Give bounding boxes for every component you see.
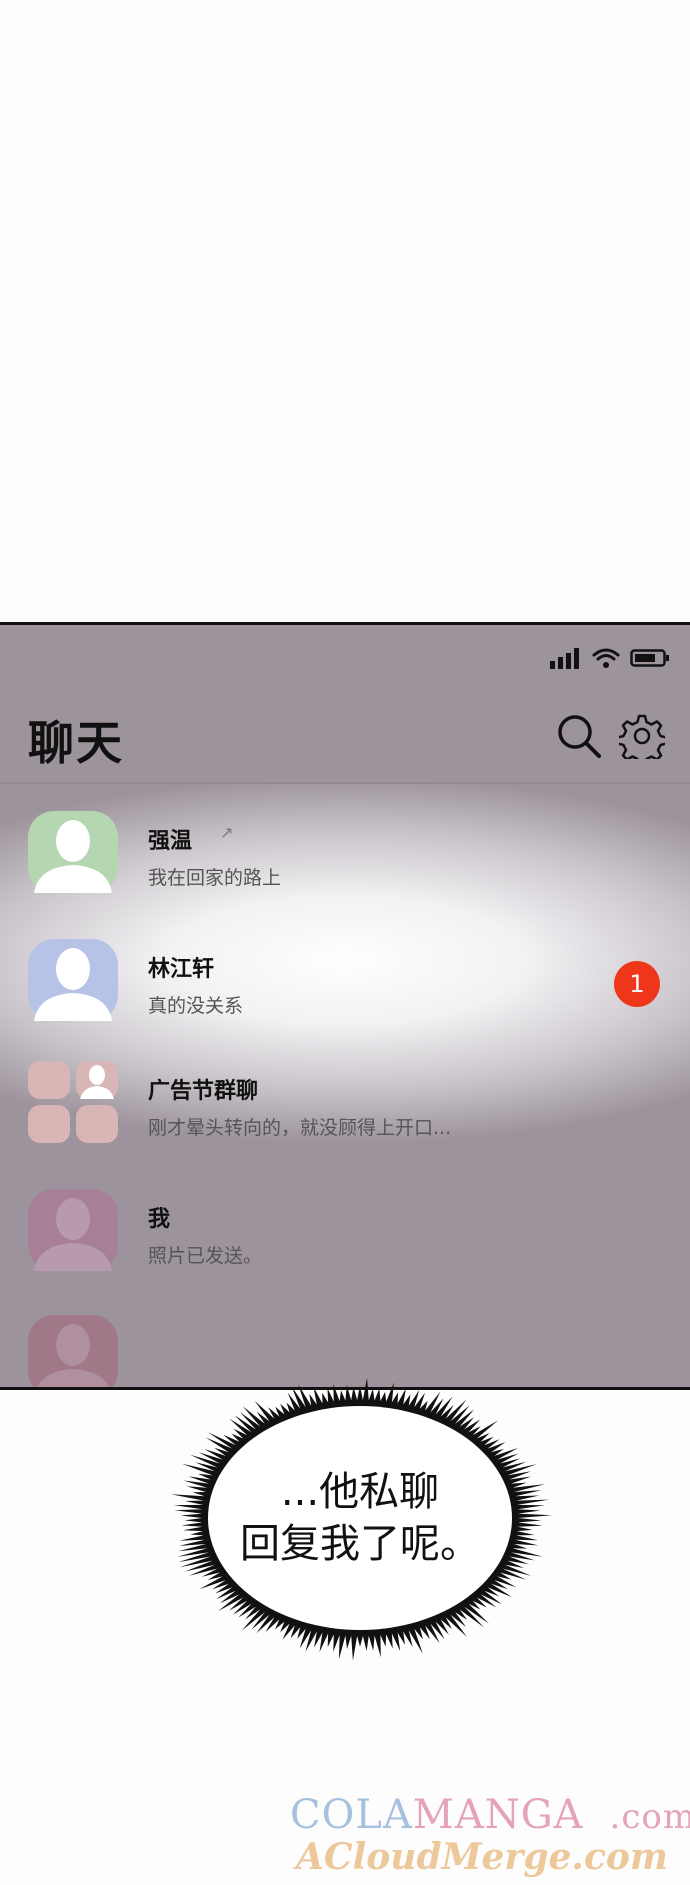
bubble-line-2: 回复我了呢。 <box>240 1521 480 1567</box>
avatar-person-icon <box>28 811 118 893</box>
chat-header: 聊天 <box>0 625 690 785</box>
chat-item-linjiangxuan[interactable]: 林江轩 真的没关系 1 <box>0 913 690 1023</box>
bubble-line-1: ...他私聊 <box>280 1469 440 1515</box>
chat-name: 强温 <box>148 829 193 854</box>
bubble-text: ...他私聊 回复我了呢。 <box>240 1466 480 1570</box>
watermark-manga: MANGA <box>412 1792 584 1838</box>
group-avatar-icon <box>28 1061 118 1143</box>
chat-name: 林江轩 <box>148 957 215 982</box>
chat-preview: 我在回家的路上 <box>148 867 282 889</box>
chat-preview: 真的没关系 <box>148 995 244 1017</box>
page-title: 聊天 <box>28 716 124 770</box>
chat-preview: 刚才晕头转向的，就没顾得上开口... <box>148 1117 452 1139</box>
chat-name: 广告节群聊 <box>148 1079 259 1104</box>
avatar-person-icon <box>28 939 118 1021</box>
search-icon[interactable] <box>556 713 602 759</box>
watermark-cola: COLA <box>290 1792 413 1838</box>
pin-icon: ↗ <box>220 823 234 842</box>
header-divider <box>0 782 690 784</box>
chat-preview: 照片已发送。 <box>148 1245 263 1267</box>
avatar-person-icon <box>28 1315 118 1387</box>
chat-item-me[interactable]: 我 照片已发送。 <box>0 1163 690 1273</box>
watermark: COLAMANGA .com ACloudMerge.com <box>290 1792 690 1882</box>
watermark-line-2: ACloudMerge.com <box>296 1836 668 1878</box>
unread-badge: 1 <box>614 961 660 1007</box>
watermark-dotcom: .com <box>609 1797 690 1837</box>
chat-item-group[interactable]: 广告节群聊 刚才晕头转向的，就没顾得上开口... <box>0 1035 690 1145</box>
gear-icon[interactable] <box>619 713 665 759</box>
watermark-line-1: COLAMANGA .com <box>290 1792 690 1838</box>
chat-item-qiangwen[interactable]: 强温 ↗ 我在回家的路上 <box>0 785 690 895</box>
avatar-person-icon <box>28 1189 118 1271</box>
chat-name: 我 <box>148 1207 171 1232</box>
phone-screen: 聊天 强温 ↗ 我在回家的路上 林江轩 真的没关系 1 广告节群聊 刚才晕头转向… <box>0 622 690 1390</box>
